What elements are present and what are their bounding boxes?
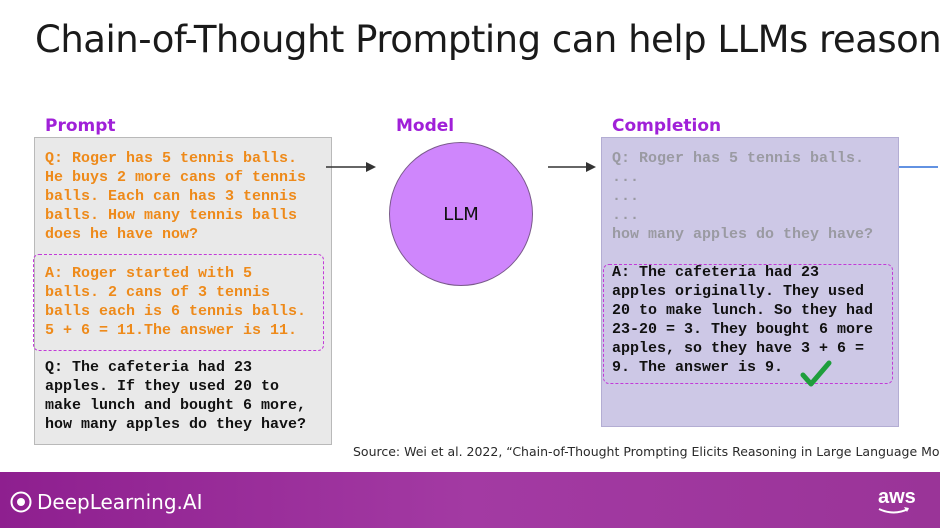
prompt-example-question: Q: Roger has 5 tennis balls. He buys 2 m…	[45, 150, 307, 243]
check-mark-icon	[800, 360, 832, 387]
completion-heading: Completion	[612, 116, 722, 136]
source-citation: Source: Wei et al. 2022, “Chain-of-Thoug…	[353, 444, 940, 459]
completion-answer: A: The cafeteria had 23 apples originall…	[612, 264, 874, 376]
model-to-completion-arrow-icon	[548, 162, 596, 172]
aws-logo: aws	[878, 486, 916, 515]
llm-model-circle: LLM	[389, 142, 533, 286]
model-heading: Model	[396, 116, 455, 136]
llm-label: LLM	[443, 203, 479, 225]
brand-name: DeepLearning.AI	[37, 490, 203, 514]
deeplearning-logo-icon	[10, 491, 32, 513]
slide-title: Chain-of-Thought Prompting can help LLMs…	[35, 18, 940, 61]
prompt-heading: Prompt	[45, 116, 116, 136]
prompt-example-answer: A: Roger started with 5 balls. 2 cans of…	[45, 265, 307, 339]
deeplearning-ai-logo: DeepLearning.AI	[10, 490, 202, 514]
prompt-to-model-arrow-icon	[326, 162, 376, 172]
aws-label: aws	[878, 486, 916, 508]
prompt-new-question: Q: The cafeteria had 23 apples. If they …	[45, 359, 307, 433]
aws-smile-icon	[878, 507, 909, 514]
completion-echoed-prompt: Q: Roger has 5 tennis balls. ... ... ...…	[612, 150, 874, 243]
